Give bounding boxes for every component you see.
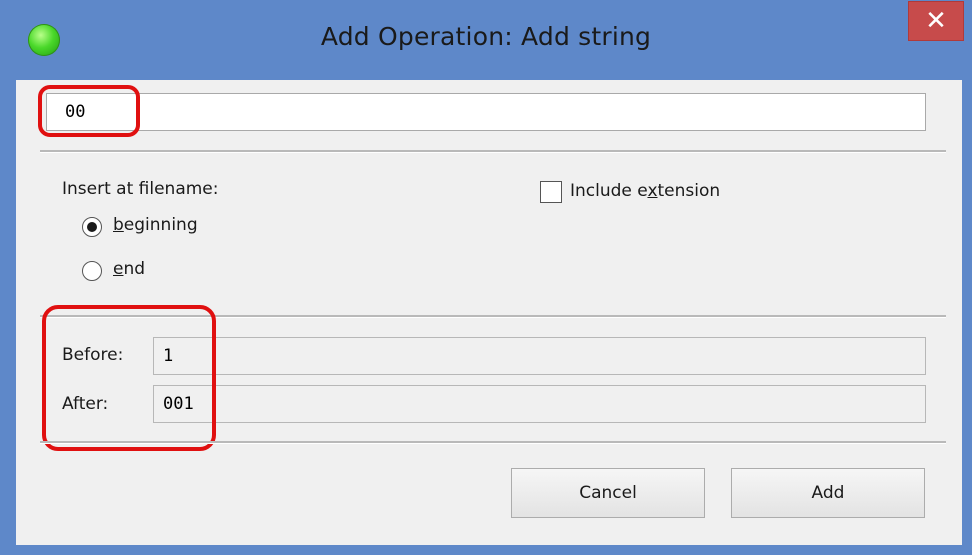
dialog-window: Add Operation: Add string ✕ 00 Insert at…: [0, 0, 972, 555]
cancel-button[interactable]: Cancel: [511, 468, 705, 518]
radio-beginning-indicator[interactable]: [82, 217, 102, 237]
include-extension-text-b: tension: [657, 181, 721, 201]
include-extension-mnemonic: x: [647, 181, 658, 201]
close-icon: ✕: [925, 6, 947, 36]
before-field: 1: [153, 337, 926, 375]
add-button[interactable]: Add: [731, 468, 925, 518]
beginning-mnemonic: b: [113, 215, 124, 235]
window-title: Add Operation: Add string: [320, 22, 652, 51]
string-input[interactable]: 00: [46, 93, 926, 131]
include-extension-label[interactable]: Include extension: [570, 181, 720, 201]
radio-end-label[interactable]: end: [113, 259, 145, 279]
after-field: 001: [153, 385, 926, 423]
separator-bottom: [40, 441, 946, 444]
end-rest: nd: [123, 259, 146, 279]
include-extension-box[interactable]: [540, 181, 562, 203]
radio-beginning-label[interactable]: beginning: [113, 215, 198, 235]
highlight-preview-labels: [42, 305, 216, 451]
radio-end-indicator[interactable]: [82, 261, 102, 281]
insert-heading: Insert at filename:: [62, 179, 219, 199]
separator-top: [40, 150, 946, 153]
close-button[interactable]: ✕: [908, 1, 964, 41]
title-bar: Add Operation: Add string ✕: [0, 0, 972, 80]
beginning-rest: eginning: [123, 215, 198, 235]
end-mnemonic: e: [113, 259, 124, 279]
include-extension-text-a: Include e: [570, 181, 648, 201]
highlight-string-input: [38, 85, 140, 137]
